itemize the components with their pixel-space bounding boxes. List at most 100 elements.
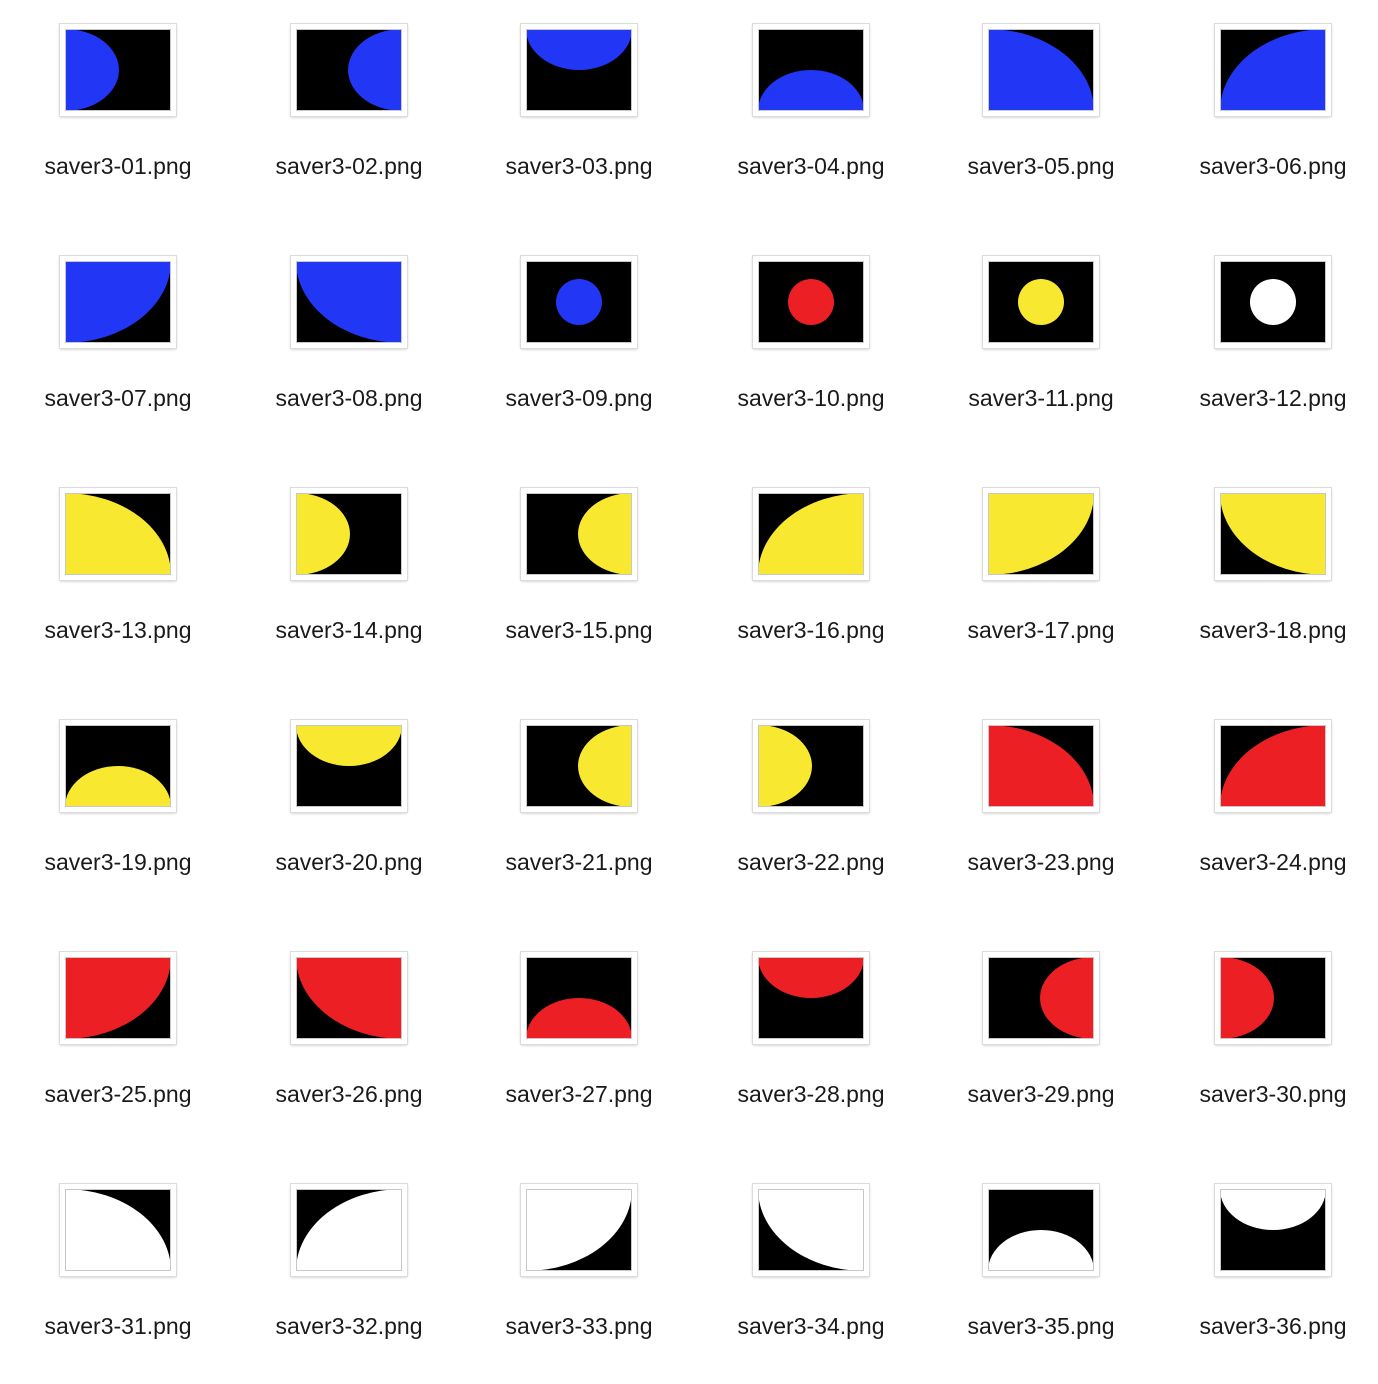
- png-thumbnail[interactable]: [60, 256, 176, 348]
- file-item[interactable]: saver3-33.png: [479, 1184, 679, 1384]
- file-name-label[interactable]: saver3-25.png: [18, 1080, 218, 1108]
- file-item[interactable]: saver3-28.png: [711, 952, 911, 1152]
- png-thumbnail[interactable]: [60, 720, 176, 812]
- file-item[interactable]: saver3-31.png: [18, 1184, 218, 1384]
- file-item[interactable]: saver3-24.png: [1173, 720, 1373, 920]
- file-name-label[interactable]: saver3-11.png: [941, 384, 1141, 412]
- file-item[interactable]: saver3-09.png: [479, 256, 679, 456]
- png-thumbnail[interactable]: [521, 1184, 637, 1276]
- png-thumbnail[interactable]: [60, 952, 176, 1044]
- png-thumbnail[interactable]: [1215, 720, 1331, 812]
- file-name-label[interactable]: saver3-12.png: [1173, 384, 1373, 412]
- file-name-label[interactable]: saver3-30.png: [1173, 1080, 1373, 1108]
- png-thumbnail[interactable]: [291, 1184, 407, 1276]
- file-name-label[interactable]: saver3-18.png: [1173, 616, 1373, 644]
- file-item[interactable]: saver3-23.png: [941, 720, 1141, 920]
- png-thumbnail[interactable]: [983, 1184, 1099, 1276]
- png-thumbnail[interactable]: [1215, 24, 1331, 116]
- png-thumbnail[interactable]: [753, 720, 869, 812]
- file-name-label[interactable]: saver3-32.png: [249, 1312, 449, 1340]
- file-item[interactable]: saver3-04.png: [711, 24, 911, 224]
- file-name-label[interactable]: saver3-31.png: [18, 1312, 218, 1340]
- png-thumbnail[interactable]: [521, 720, 637, 812]
- file-item[interactable]: saver3-29.png: [941, 952, 1141, 1152]
- file-name-label[interactable]: saver3-35.png: [941, 1312, 1141, 1340]
- file-name-label[interactable]: saver3-06.png: [1173, 152, 1373, 180]
- file-item[interactable]: saver3-16.png: [711, 488, 911, 688]
- file-name-label[interactable]: saver3-05.png: [941, 152, 1141, 180]
- file-name-label[interactable]: saver3-08.png: [249, 384, 449, 412]
- png-thumbnail[interactable]: [983, 24, 1099, 116]
- png-thumbnail[interactable]: [1215, 488, 1331, 580]
- file-item[interactable]: saver3-10.png: [711, 256, 911, 456]
- file-item[interactable]: saver3-02.png: [249, 24, 449, 224]
- png-thumbnail[interactable]: [753, 1184, 869, 1276]
- png-thumbnail[interactable]: [983, 256, 1099, 348]
- file-item[interactable]: saver3-25.png: [18, 952, 218, 1152]
- file-item[interactable]: saver3-14.png: [249, 488, 449, 688]
- file-item[interactable]: saver3-07.png: [18, 256, 218, 456]
- file-name-label[interactable]: saver3-19.png: [18, 848, 218, 876]
- png-thumbnail[interactable]: [983, 488, 1099, 580]
- png-thumbnail[interactable]: [753, 952, 869, 1044]
- file-item[interactable]: saver3-19.png: [18, 720, 218, 920]
- file-name-label[interactable]: saver3-13.png: [18, 616, 218, 644]
- file-item[interactable]: saver3-17.png: [941, 488, 1141, 688]
- png-thumbnail[interactable]: [60, 488, 176, 580]
- file-name-label[interactable]: saver3-14.png: [249, 616, 449, 644]
- file-name-label[interactable]: saver3-07.png: [18, 384, 218, 412]
- file-name-label[interactable]: saver3-29.png: [941, 1080, 1141, 1108]
- file-item[interactable]: saver3-01.png: [18, 24, 218, 224]
- file-name-label[interactable]: saver3-26.png: [249, 1080, 449, 1108]
- png-thumbnail[interactable]: [291, 952, 407, 1044]
- png-thumbnail[interactable]: [521, 488, 637, 580]
- file-name-label[interactable]: saver3-02.png: [249, 152, 449, 180]
- png-thumbnail[interactable]: [60, 24, 176, 116]
- png-thumbnail[interactable]: [291, 256, 407, 348]
- file-item[interactable]: saver3-12.png: [1173, 256, 1373, 456]
- file-item[interactable]: saver3-32.png: [249, 1184, 449, 1384]
- file-item[interactable]: saver3-36.png: [1173, 1184, 1373, 1384]
- file-name-label[interactable]: saver3-17.png: [941, 616, 1141, 644]
- file-item[interactable]: saver3-11.png: [941, 256, 1141, 456]
- file-name-label[interactable]: saver3-28.png: [711, 1080, 911, 1108]
- png-thumbnail[interactable]: [291, 24, 407, 116]
- file-item[interactable]: saver3-05.png: [941, 24, 1141, 224]
- file-name-label[interactable]: saver3-09.png: [479, 384, 679, 412]
- png-thumbnail[interactable]: [60, 1184, 176, 1276]
- png-thumbnail[interactable]: [1215, 952, 1331, 1044]
- file-name-label[interactable]: saver3-33.png: [479, 1312, 679, 1340]
- png-thumbnail[interactable]: [753, 24, 869, 116]
- file-name-label[interactable]: saver3-03.png: [479, 152, 679, 180]
- file-name-label[interactable]: saver3-21.png: [479, 848, 679, 876]
- png-thumbnail[interactable]: [1215, 1184, 1331, 1276]
- png-thumbnail[interactable]: [753, 488, 869, 580]
- file-name-label[interactable]: saver3-20.png: [249, 848, 449, 876]
- file-item[interactable]: saver3-20.png: [249, 720, 449, 920]
- file-name-label[interactable]: saver3-04.png: [711, 152, 911, 180]
- file-name-label[interactable]: saver3-27.png: [479, 1080, 679, 1108]
- file-name-label[interactable]: saver3-36.png: [1173, 1312, 1373, 1340]
- file-name-label[interactable]: saver3-24.png: [1173, 848, 1373, 876]
- file-name-label[interactable]: saver3-23.png: [941, 848, 1141, 876]
- file-item[interactable]: saver3-22.png: [711, 720, 911, 920]
- file-name-label[interactable]: saver3-10.png: [711, 384, 911, 412]
- file-item[interactable]: saver3-08.png: [249, 256, 449, 456]
- png-thumbnail[interactable]: [521, 24, 637, 116]
- png-thumbnail[interactable]: [983, 952, 1099, 1044]
- file-item[interactable]: saver3-13.png: [18, 488, 218, 688]
- file-name-label[interactable]: saver3-01.png: [18, 152, 218, 180]
- png-thumbnail[interactable]: [291, 488, 407, 580]
- file-item[interactable]: saver3-35.png: [941, 1184, 1141, 1384]
- file-item[interactable]: saver3-15.png: [479, 488, 679, 688]
- file-item[interactable]: saver3-21.png: [479, 720, 679, 920]
- png-thumbnail[interactable]: [521, 256, 637, 348]
- file-item[interactable]: saver3-26.png: [249, 952, 449, 1152]
- png-thumbnail[interactable]: [521, 952, 637, 1044]
- png-thumbnail[interactable]: [291, 720, 407, 812]
- file-item[interactable]: saver3-06.png: [1173, 24, 1373, 224]
- file-name-label[interactable]: saver3-16.png: [711, 616, 911, 644]
- file-name-label[interactable]: saver3-34.png: [711, 1312, 911, 1340]
- file-item[interactable]: saver3-18.png: [1173, 488, 1373, 688]
- file-item[interactable]: saver3-34.png: [711, 1184, 911, 1384]
